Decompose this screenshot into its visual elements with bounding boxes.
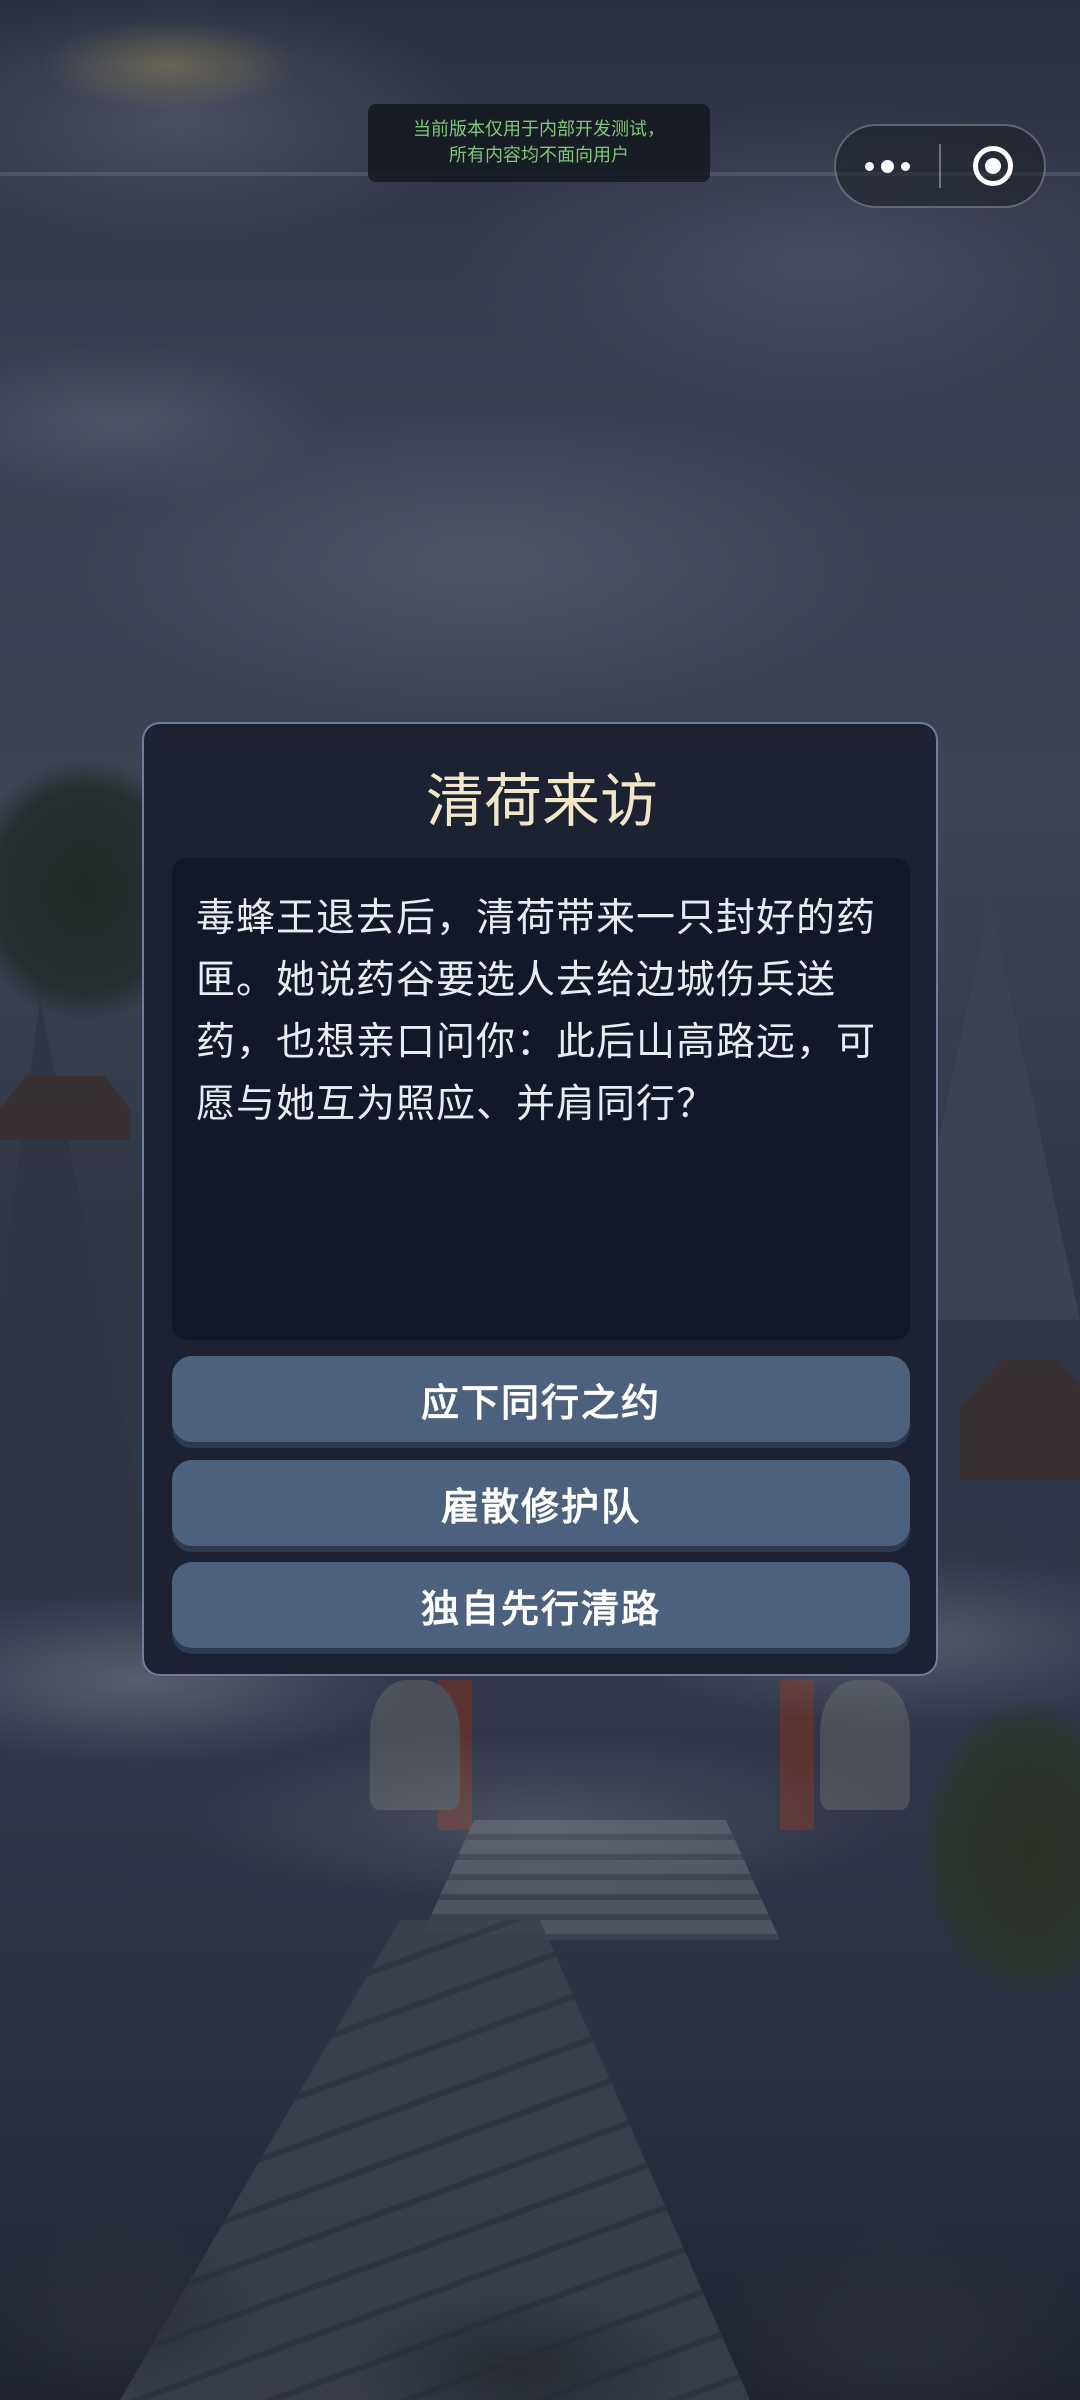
- background-rocks: [0, 2150, 1080, 2400]
- background-temple-right: [960, 1360, 1080, 1480]
- choice-button-hire-escort[interactable]: 雇散修护队: [172, 1460, 910, 1546]
- dialog-title: 清荷来访: [425, 767, 658, 835]
- game-screen: 当前版本仅用于内部开发测试， 所有内容均不面向用户 清荷来访 毒蜂王退去后，清荷…: [0, 0, 1080, 2400]
- dialog-body-panel: 毒蜂王退去后，清荷带来一只封好的药匣。她说药谷要选人去给边城伤兵送药，也想亲口问…: [172, 858, 910, 1340]
- close-button[interactable]: [941, 124, 1044, 208]
- background-sun-glow: [40, 20, 300, 110]
- more-dots-icon: [901, 161, 910, 171]
- more-button[interactable]: [836, 124, 939, 208]
- choice-button-go-alone[interactable]: 独自先行清路: [172, 1562, 910, 1648]
- miniprogram-capsule: [834, 124, 1046, 208]
- choice-button-accept[interactable]: 应下同行之约: [172, 1356, 910, 1442]
- dialog-body-text: 毒蜂王退去后，清荷带来一只封好的药匣。她说药谷要选人去给边城伤兵送药，也想亲口问…: [196, 896, 877, 1127]
- dev-notice-line1: 当前版本仅用于内部开发测试，: [413, 119, 665, 140]
- more-dots-icon: [881, 159, 894, 173]
- target-close-icon: [972, 146, 1013, 186]
- event-dialog: 清荷来访 毒蜂王退去后，清荷带来一只封好的药匣。她说药谷要选人去给边城伤兵送药，…: [142, 722, 938, 1676]
- dev-notice-line2: 所有内容均不面向用户: [449, 145, 629, 166]
- more-dots-icon: [865, 161, 874, 171]
- dev-test-notice: 当前版本仅用于内部开发测试， 所有内容均不面向用户: [368, 104, 710, 182]
